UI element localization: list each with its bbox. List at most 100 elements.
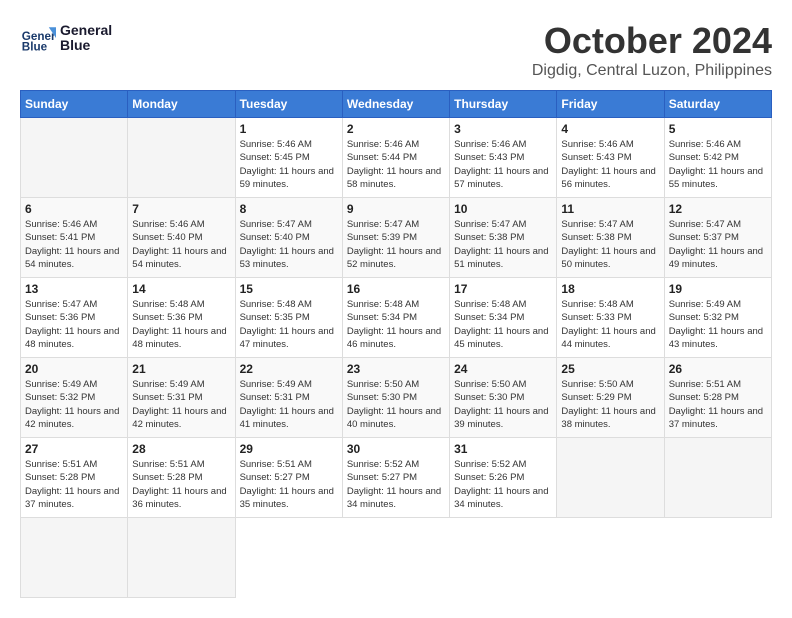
- calendar-cell: 23 Sunrise: 5:50 AMSunset: 5:30 PMDayligh…: [342, 358, 449, 438]
- day-info: Sunrise: 5:47 AMSunset: 5:37 PMDaylight:…: [669, 218, 767, 271]
- calendar-cell: 21Sunrise: 5:49 AMSunset: 5:31 PMDayligh…: [128, 358, 235, 438]
- day-number: 8: [240, 202, 338, 216]
- day-info: Sunrise: 5:51 AMSunset: 5:28 PMDaylight:…: [25, 458, 123, 511]
- day-info: Sunrise: 5:50 AMSunset: 5:30 PMDaylight:…: [347, 378, 445, 431]
- calendar-cell: 19 Sunrise: 5:49 AMSunset: 5:32 PMDayligh…: [664, 278, 771, 358]
- calendar-cell: [21, 518, 128, 598]
- day-number: 29: [240, 442, 338, 456]
- calendar-cell: 11Sunrise: 5:47 AMSunset: 5:38 PMDayligh…: [557, 198, 664, 278]
- day-number: 24: [454, 362, 552, 376]
- logo-icon: General Blue: [20, 20, 56, 56]
- day-info: Sunrise: 5:49 AMSunset: 5:32 PMDaylight:…: [25, 378, 123, 431]
- day-number: 7: [132, 202, 230, 216]
- day-number: 6: [25, 202, 123, 216]
- weekday-header-row: Sunday Monday Tuesday Wednesday Thursday…: [21, 91, 772, 118]
- calendar-cell: 1Sunrise: 5:46 AMSunset: 5:45 PMDaylight…: [235, 118, 342, 198]
- title-section: October 2024 Digdig, Central Luzon, Phil…: [532, 20, 772, 80]
- logo-line1: General: [60, 23, 112, 38]
- calendar-cell: 24 Sunrise: 5:50 AMSunset: 5:30 PMDayligh…: [450, 358, 557, 438]
- day-info: Sunrise: 5:46 AMSunset: 5:40 PMDaylight:…: [132, 218, 230, 271]
- calendar-cell: 5 Sunrise: 5:46 AMSunset: 5:42 PMDaylight…: [664, 118, 771, 198]
- day-info: Sunrise: 5:52 AMSunset: 5:26 PMDaylight:…: [454, 458, 552, 511]
- day-info: Sunrise: 5:50 AMSunset: 5:30 PMDaylight:…: [454, 378, 552, 431]
- day-info: Sunrise: 5:46 AMSunset: 5:44 PMDaylight:…: [347, 138, 445, 191]
- day-number: 14: [132, 282, 230, 296]
- calendar-cell: 9 Sunrise: 5:47 AMSunset: 5:39 PMDaylight…: [342, 198, 449, 278]
- calendar-row: 1Sunrise: 5:46 AMSunset: 5:45 PMDaylight…: [21, 118, 772, 198]
- day-number: 17: [454, 282, 552, 296]
- day-info: Sunrise: 5:46 AMSunset: 5:41 PMDaylight:…: [25, 218, 123, 271]
- day-number: 18: [561, 282, 659, 296]
- day-info: Sunrise: 5:50 AMSunset: 5:29 PMDaylight:…: [561, 378, 659, 431]
- calendar-cell: 8 Sunrise: 5:47 AMSunset: 5:40 PMDaylight…: [235, 198, 342, 278]
- calendar-cell: 10Sunrise: 5:47 AMSunset: 5:38 PMDayligh…: [450, 198, 557, 278]
- day-info: Sunrise: 5:48 AMSunset: 5:33 PMDaylight:…: [561, 298, 659, 351]
- calendar-cell: 30Sunrise: 5:52 AMSunset: 5:27 PMDayligh…: [342, 438, 449, 518]
- day-info: Sunrise: 5:51 AMSunset: 5:27 PMDaylight:…: [240, 458, 338, 511]
- header-friday: Friday: [557, 91, 664, 118]
- day-number: 26: [669, 362, 767, 376]
- day-number: 23: [347, 362, 445, 376]
- calendar-cell: 15Sunrise: 5:48 AMSunset: 5:35 PMDayligh…: [235, 278, 342, 358]
- day-number: 10: [454, 202, 552, 216]
- day-info: Sunrise: 5:47 AMSunset: 5:40 PMDaylight:…: [240, 218, 338, 271]
- calendar-cell: 3 Sunrise: 5:46 AMSunset: 5:43 PMDaylight…: [450, 118, 557, 198]
- day-number: 3: [454, 122, 552, 136]
- calendar-cell: [128, 118, 235, 198]
- day-info: Sunrise: 5:46 AMSunset: 5:43 PMDaylight:…: [561, 138, 659, 191]
- calendar-cell: 31 Sunrise: 5:52 AMSunset: 5:26 PMDayligh…: [450, 438, 557, 518]
- day-number: 2: [347, 122, 445, 136]
- calendar-cell: 26 Sunrise: 5:51 AMSunset: 5:28 PMDayligh…: [664, 358, 771, 438]
- day-info: Sunrise: 5:47 AMSunset: 5:36 PMDaylight:…: [25, 298, 123, 351]
- day-number: 1: [240, 122, 338, 136]
- header-wednesday: Wednesday: [342, 91, 449, 118]
- day-number: 22: [240, 362, 338, 376]
- day-number: 16: [347, 282, 445, 296]
- header-saturday: Saturday: [664, 91, 771, 118]
- calendar-cell: 17 Sunrise: 5:48 AMSunset: 5:34 PMDayligh…: [450, 278, 557, 358]
- day-number: 25: [561, 362, 659, 376]
- calendar-cell: 25 Sunrise: 5:50 AMSunset: 5:29 PMDayligh…: [557, 358, 664, 438]
- day-info: Sunrise: 5:48 AMSunset: 5:34 PMDaylight:…: [454, 298, 552, 351]
- day-info: Sunrise: 5:47 AMSunset: 5:39 PMDaylight:…: [347, 218, 445, 271]
- calendar-cell: [128, 518, 235, 598]
- day-info: Sunrise: 5:48 AMSunset: 5:35 PMDaylight:…: [240, 298, 338, 351]
- day-info: Sunrise: 5:51 AMSunset: 5:28 PMDaylight:…: [669, 378, 767, 431]
- calendar-row: 13 Sunrise: 5:47 AMSunset: 5:36 PMDayligh…: [21, 278, 772, 358]
- day-info: Sunrise: 5:49 AMSunset: 5:32 PMDaylight:…: [669, 298, 767, 351]
- calendar-cell: 14Sunrise: 5:48 AMSunset: 5:36 PMDayligh…: [128, 278, 235, 358]
- calendar-table: Sunday Monday Tuesday Wednesday Thursday…: [20, 90, 772, 598]
- calendar-row: [21, 518, 772, 598]
- day-info: Sunrise: 5:48 AMSunset: 5:34 PMDaylight:…: [347, 298, 445, 351]
- day-info: Sunrise: 5:47 AMSunset: 5:38 PMDaylight:…: [561, 218, 659, 271]
- day-number: 12: [669, 202, 767, 216]
- header-thursday: Thursday: [450, 91, 557, 118]
- calendar-cell: 27Sunrise: 5:51 AMSunset: 5:28 PMDayligh…: [21, 438, 128, 518]
- calendar-cell: 12 Sunrise: 5:47 AMSunset: 5:37 PMDayligh…: [664, 198, 771, 278]
- day-number: 19: [669, 282, 767, 296]
- day-info: Sunrise: 5:52 AMSunset: 5:27 PMDaylight:…: [347, 458, 445, 511]
- calendar-cell: 29 Sunrise: 5:51 AMSunset: 5:27 PMDayligh…: [235, 438, 342, 518]
- logo-text: General Blue: [60, 23, 112, 54]
- day-info: Sunrise: 5:51 AMSunset: 5:28 PMDaylight:…: [132, 458, 230, 511]
- day-number: 9: [347, 202, 445, 216]
- day-info: Sunrise: 5:46 AMSunset: 5:42 PMDaylight:…: [669, 138, 767, 191]
- calendar-cell: [664, 438, 771, 518]
- calendar-cell: 6 Sunrise: 5:46 AMSunset: 5:41 PMDaylight…: [21, 198, 128, 278]
- day-number: 5: [669, 122, 767, 136]
- calendar-cell: 7 Sunrise: 5:46 AMSunset: 5:40 PMDaylight…: [128, 198, 235, 278]
- header-sunday: Sunday: [21, 91, 128, 118]
- day-number: 13: [25, 282, 123, 296]
- svg-text:Blue: Blue: [22, 41, 48, 54]
- day-info: Sunrise: 5:46 AMSunset: 5:43 PMDaylight:…: [454, 138, 552, 191]
- calendar-cell: 22 Sunrise: 5:49 AMSunset: 5:31 PMDayligh…: [235, 358, 342, 438]
- day-number: 4: [561, 122, 659, 136]
- logo: General Blue General Blue: [20, 20, 112, 56]
- header: General Blue General Blue October 2024 D…: [20, 20, 772, 80]
- calendar-cell: 28 Sunrise: 5:51 AMSunset: 5:28 PMDayligh…: [128, 438, 235, 518]
- calendar-cell: 16 Sunrise: 5:48 AMSunset: 5:34 PMDayligh…: [342, 278, 449, 358]
- day-number: 28: [132, 442, 230, 456]
- day-number: 31: [454, 442, 552, 456]
- location-title: Digdig, Central Luzon, Philippines: [532, 62, 772, 80]
- day-info: Sunrise: 5:49 AMSunset: 5:31 PMDaylight:…: [240, 378, 338, 431]
